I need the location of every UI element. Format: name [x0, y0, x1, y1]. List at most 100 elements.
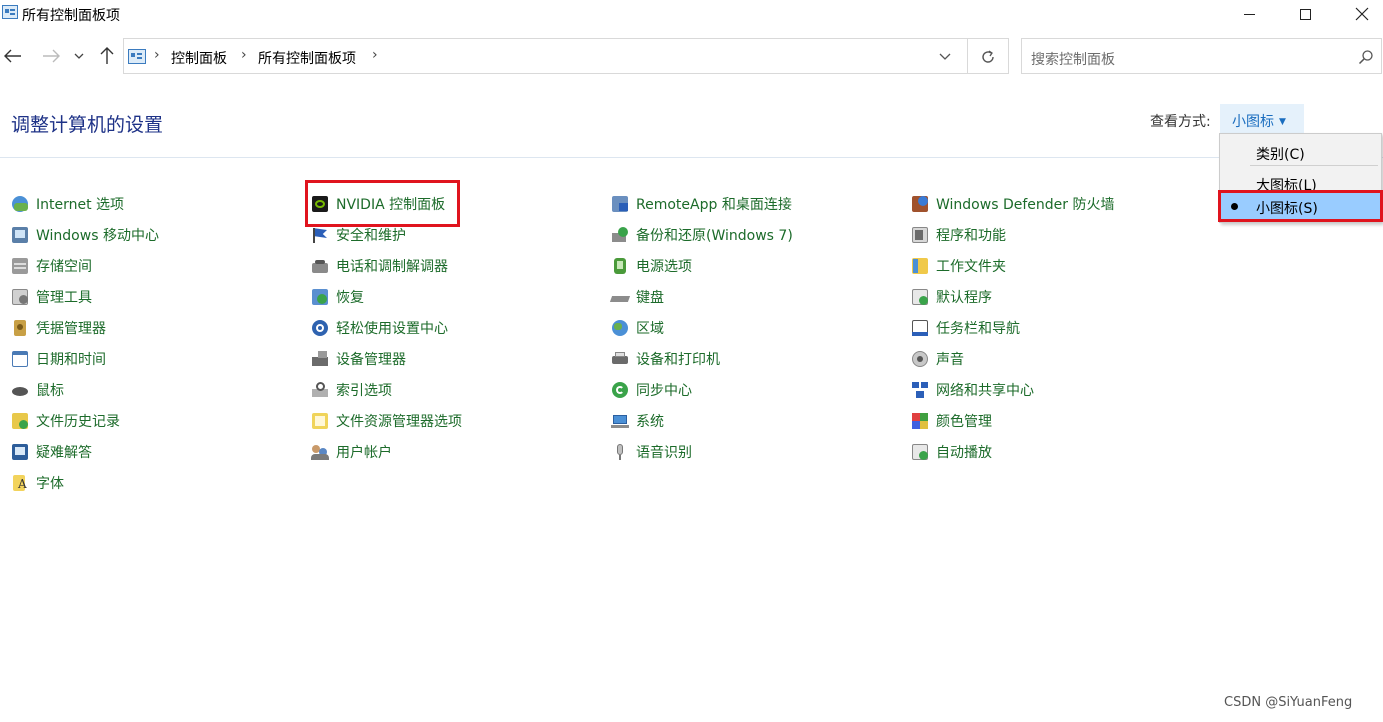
- menu-divider: [1250, 165, 1378, 166]
- search-icon[interactable]: [1358, 49, 1374, 65]
- close-button[interactable]: [1339, 0, 1383, 28]
- item-fonts[interactable]: A 字体: [10, 472, 64, 494]
- item-remoteapp[interactable]: RemoteApp 和桌面连接: [610, 193, 792, 215]
- item-label: 默认程序: [936, 290, 992, 306]
- up-button[interactable]: [96, 44, 118, 68]
- breadcrumb-control-panel[interactable]: 控制面板: [171, 48, 227, 68]
- item-security-maintenance[interactable]: 安全和维护: [310, 224, 406, 246]
- item-storage-spaces[interactable]: 存储空间: [10, 255, 92, 277]
- fonts-icon: A: [10, 473, 30, 493]
- item-sound[interactable]: 声音: [910, 348, 964, 370]
- item-firewall[interactable]: Windows Defender 防火墙: [910, 193, 1114, 215]
- keyboard-icon: [609, 287, 631, 307]
- view-by-label: 查看方式:: [1150, 114, 1211, 130]
- breadcrumb-separator-icon[interactable]: ›: [154, 47, 160, 63]
- breadcrumb-all-items[interactable]: 所有控制面板项: [258, 48, 356, 68]
- page-title: 调整计算机的设置: [11, 114, 164, 136]
- breadcrumb-separator-icon[interactable]: ›: [241, 47, 247, 63]
- item-default-programs[interactable]: 默认程序: [910, 286, 992, 308]
- item-indexing-options[interactable]: 索引选项: [310, 379, 392, 401]
- device-manager-icon: [310, 349, 330, 369]
- item-label: 程序和功能: [936, 228, 1006, 244]
- back-button[interactable]: [2, 44, 24, 68]
- item-mouse[interactable]: 鼠标: [10, 379, 64, 401]
- item-mobility-center[interactable]: Windows 移动中心: [10, 224, 159, 246]
- maximize-icon: [1299, 8, 1311, 20]
- refresh-button[interactable]: [976, 45, 1000, 69]
- taskbar-icon: [910, 318, 930, 338]
- item-system[interactable]: 系统: [610, 410, 664, 432]
- item-recovery[interactable]: 恢复: [310, 286, 364, 308]
- item-power-options[interactable]: 电源选项: [610, 255, 692, 277]
- highlight-box-small-icons: [1218, 190, 1383, 222]
- control-panel-icon: [128, 49, 146, 64]
- color-management-icon: [910, 411, 930, 431]
- item-date-time[interactable]: 日期和时间: [10, 348, 106, 370]
- recent-locations-button[interactable]: [70, 44, 88, 68]
- item-autoplay[interactable]: 自动播放: [910, 441, 992, 463]
- item-label: 鼠标: [36, 383, 64, 399]
- item-label: 网络和共享中心: [936, 383, 1034, 399]
- header-divider: [0, 157, 1383, 158]
- internet-options-icon: [10, 194, 30, 214]
- item-label: 同步中心: [636, 383, 692, 399]
- admin-tools-icon: [10, 287, 30, 307]
- item-phone-modem[interactable]: 电话和调制解调器: [310, 255, 448, 277]
- title-bar: 所有控制面板项: [0, 0, 1383, 28]
- menu-item-category[interactable]: 类别(C): [1220, 138, 1381, 166]
- item-admin-tools[interactable]: 管理工具: [10, 286, 92, 308]
- item-work-folders[interactable]: 工作文件夹: [910, 255, 1006, 277]
- item-label: 声音: [936, 352, 964, 368]
- search-input[interactable]: 搜索控制面板: [1031, 49, 1115, 69]
- item-devices-printers[interactable]: 设备和打印机: [610, 348, 720, 370]
- item-label: 颜色管理: [936, 414, 992, 430]
- breadcrumb-separator-icon[interactable]: ›: [372, 47, 378, 63]
- minimize-button[interactable]: [1226, 0, 1272, 28]
- item-file-history[interactable]: 文件历史记录: [10, 410, 120, 432]
- troubleshooting-icon: [10, 442, 30, 462]
- chevron-down-icon: [74, 53, 84, 59]
- item-credential-manager[interactable]: 凭据管理器: [10, 317, 106, 339]
- navigation-bar: › 控制面板 › 所有控制面板项 › 搜索控制面板: [0, 36, 1383, 76]
- maximize-button[interactable]: [1282, 0, 1328, 28]
- search-box[interactable]: 搜索控制面板: [1021, 38, 1382, 74]
- item-region[interactable]: 区域: [610, 317, 664, 339]
- view-by-dropdown[interactable]: 小图标 ▼: [1220, 104, 1304, 134]
- region-globe-icon: [610, 318, 630, 338]
- refresh-icon: [982, 50, 994, 63]
- item-label: 索引选项: [336, 383, 392, 399]
- item-network-sharing[interactable]: 网络和共享中心: [910, 379, 1034, 401]
- item-label: 区域: [636, 321, 664, 337]
- arrow-left-icon: [4, 49, 21, 63]
- firewall-icon: [910, 194, 930, 214]
- item-label: 安全和维护: [336, 228, 406, 244]
- item-troubleshooting[interactable]: 疑难解答: [10, 441, 92, 463]
- item-keyboard[interactable]: 键盘: [609, 286, 664, 308]
- item-sync-center[interactable]: 同步中心: [610, 379, 692, 401]
- forward-button[interactable]: [40, 44, 62, 68]
- item-label: 电话和调制解调器: [336, 259, 448, 275]
- address-bar[interactable]: › 控制面板 › 所有控制面板项 ›: [123, 38, 1009, 74]
- work-folders-icon: [910, 256, 930, 276]
- item-color-management[interactable]: 颜色管理: [910, 410, 992, 432]
- divider: [967, 39, 968, 73]
- item-label: 日期和时间: [36, 352, 106, 368]
- phone-modem-icon: [310, 256, 330, 276]
- item-label: 键盘: [636, 290, 664, 306]
- item-file-explorer-options[interactable]: 文件资源管理器选项: [310, 410, 462, 432]
- mobility-center-icon: [10, 225, 30, 245]
- item-internet-options[interactable]: Internet 选项: [10, 193, 124, 215]
- item-label: 语音识别: [636, 445, 692, 461]
- item-ease-of-access[interactable]: 轻松使用设置中心: [310, 317, 448, 339]
- item-device-manager[interactable]: 设备管理器: [310, 348, 406, 370]
- item-user-accounts[interactable]: 用户帐户: [310, 441, 392, 463]
- item-speech-recognition[interactable]: 语音识别: [610, 441, 692, 463]
- item-programs-features[interactable]: 程序和功能: [910, 224, 1006, 246]
- item-backup-restore[interactable]: 备份和还原(Windows 7): [610, 224, 793, 246]
- autoplay-icon: [910, 442, 930, 462]
- item-taskbar-navigation[interactable]: 任务栏和导航: [910, 317, 1020, 339]
- watermark: CSDN @SiYuanFeng: [1224, 695, 1353, 710]
- mouse-icon: [10, 380, 30, 400]
- address-dropdown-button[interactable]: [932, 47, 958, 67]
- sync-center-icon: [610, 380, 630, 400]
